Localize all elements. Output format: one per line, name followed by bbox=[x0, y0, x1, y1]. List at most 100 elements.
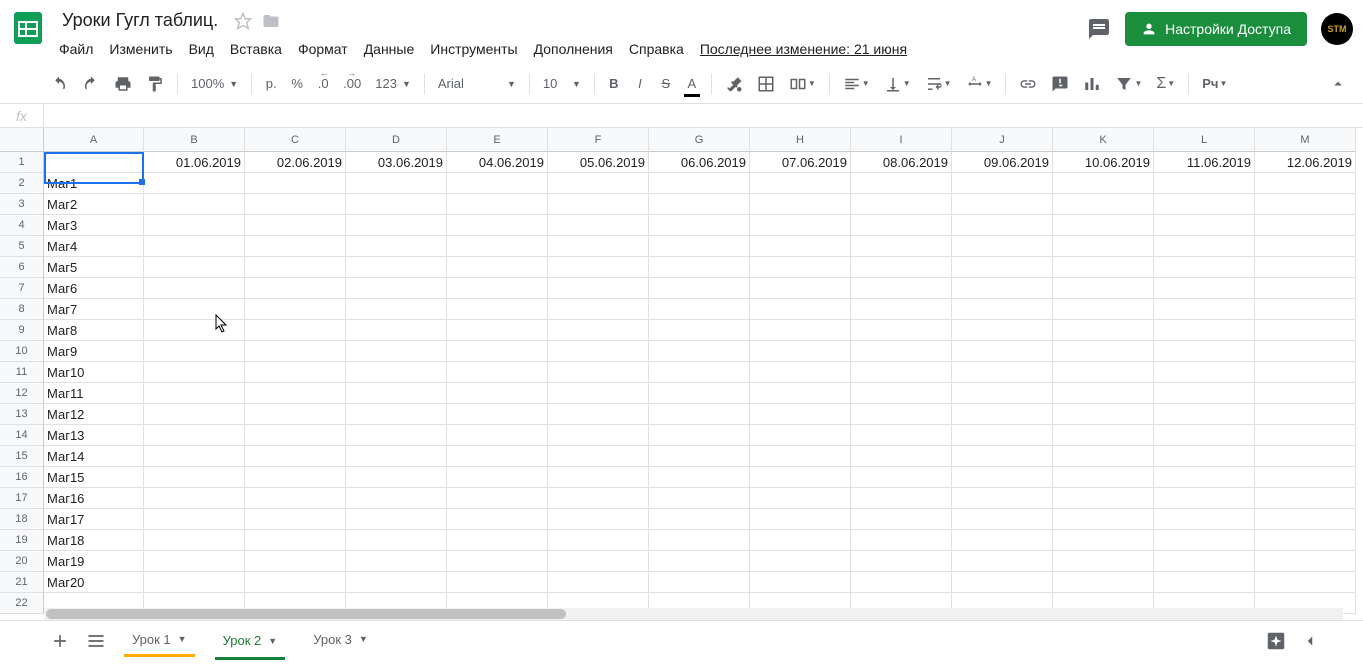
cell[interactable] bbox=[447, 320, 548, 341]
cell[interactable] bbox=[245, 446, 346, 467]
cell[interactable] bbox=[447, 257, 548, 278]
cell[interactable] bbox=[1255, 488, 1356, 509]
font-size-select[interactable]: 10▼ bbox=[537, 73, 587, 94]
cell[interactable] bbox=[952, 572, 1053, 593]
cell[interactable] bbox=[851, 341, 952, 362]
cell[interactable] bbox=[346, 215, 447, 236]
merge-cells-button[interactable]: ▼ bbox=[783, 71, 822, 97]
column-header[interactable]: D bbox=[346, 128, 447, 152]
cell[interactable] bbox=[952, 341, 1053, 362]
cell[interactable] bbox=[1053, 215, 1154, 236]
row-header[interactable]: 7 bbox=[0, 278, 44, 299]
cell[interactable] bbox=[851, 362, 952, 383]
cell[interactable] bbox=[750, 362, 851, 383]
cell[interactable] bbox=[447, 194, 548, 215]
cell[interactable] bbox=[447, 551, 548, 572]
cell[interactable] bbox=[649, 362, 750, 383]
menu-help[interactable]: Справка bbox=[622, 37, 691, 61]
cell[interactable] bbox=[1154, 509, 1255, 530]
formula-input[interactable] bbox=[44, 104, 1363, 127]
cell[interactable] bbox=[548, 509, 649, 530]
print-icon[interactable] bbox=[108, 71, 138, 97]
zoom-select[interactable]: 100%▼ bbox=[185, 73, 244, 94]
column-header[interactable]: L bbox=[1154, 128, 1255, 152]
text-color-button[interactable]: A bbox=[680, 71, 704, 97]
script-button[interactable]: Рч▼ bbox=[1196, 71, 1233, 97]
cell[interactable] bbox=[1154, 278, 1255, 299]
cell[interactable] bbox=[750, 425, 851, 446]
cell[interactable]: Маг15 bbox=[44, 467, 144, 488]
cell[interactable] bbox=[851, 383, 952, 404]
cell[interactable] bbox=[144, 446, 245, 467]
cell[interactable]: 07.06.2019 bbox=[750, 152, 851, 173]
cell[interactable] bbox=[952, 467, 1053, 488]
cell[interactable] bbox=[1154, 341, 1255, 362]
currency-button[interactable]: р. bbox=[259, 71, 283, 97]
collapse-toolbar-icon[interactable] bbox=[1323, 71, 1353, 97]
row-header[interactable]: 17 bbox=[0, 488, 44, 509]
cell[interactable] bbox=[1154, 173, 1255, 194]
add-sheet-button[interactable] bbox=[44, 625, 76, 657]
text-rotate-button[interactable]: A▼ bbox=[960, 71, 999, 97]
decrease-decimal-button[interactable]: ←.0 bbox=[311, 71, 335, 97]
row-header[interactable]: 5 bbox=[0, 236, 44, 257]
cell[interactable]: Маг8 bbox=[44, 320, 144, 341]
cell[interactable] bbox=[1154, 362, 1255, 383]
cell[interactable] bbox=[851, 278, 952, 299]
cell[interactable] bbox=[548, 173, 649, 194]
cell[interactable] bbox=[1154, 530, 1255, 551]
cell[interactable] bbox=[447, 215, 548, 236]
spreadsheet-grid[interactable]: ABCDEFGHIJKLM101.06.201902.06.201903.06.… bbox=[0, 128, 1363, 614]
cell[interactable]: Маг18 bbox=[44, 530, 144, 551]
menu-file[interactable]: Файл bbox=[52, 37, 100, 61]
cell[interactable] bbox=[1255, 404, 1356, 425]
cell[interactable] bbox=[346, 467, 447, 488]
paint-format-icon[interactable] bbox=[140, 71, 170, 97]
cell[interactable]: Маг6 bbox=[44, 278, 144, 299]
cell[interactable] bbox=[750, 404, 851, 425]
row-header[interactable]: 16 bbox=[0, 467, 44, 488]
folder-icon[interactable] bbox=[262, 12, 280, 30]
cell[interactable] bbox=[1053, 320, 1154, 341]
cell[interactable] bbox=[548, 320, 649, 341]
cell[interactable] bbox=[750, 215, 851, 236]
cell[interactable] bbox=[245, 383, 346, 404]
cell[interactable]: 02.06.2019 bbox=[245, 152, 346, 173]
comment-icon[interactable] bbox=[1045, 71, 1075, 97]
cell[interactable] bbox=[245, 467, 346, 488]
cell[interactable] bbox=[447, 446, 548, 467]
cell[interactable] bbox=[1255, 278, 1356, 299]
star-icon[interactable] bbox=[234, 12, 252, 30]
cell[interactable] bbox=[1255, 551, 1356, 572]
cell[interactable] bbox=[952, 383, 1053, 404]
cell[interactable] bbox=[447, 299, 548, 320]
cell[interactable] bbox=[649, 194, 750, 215]
cell[interactable]: Маг14 bbox=[44, 446, 144, 467]
fill-color-button[interactable] bbox=[719, 71, 749, 97]
cell[interactable] bbox=[346, 236, 447, 257]
cell[interactable] bbox=[1255, 341, 1356, 362]
cell[interactable] bbox=[851, 467, 952, 488]
cell[interactable] bbox=[346, 320, 447, 341]
cell[interactable] bbox=[952, 236, 1053, 257]
cell[interactable] bbox=[245, 530, 346, 551]
cell[interactable]: Маг2 bbox=[44, 194, 144, 215]
cell[interactable] bbox=[1154, 383, 1255, 404]
cell[interactable] bbox=[144, 320, 245, 341]
cell[interactable] bbox=[346, 362, 447, 383]
cell[interactable] bbox=[851, 299, 952, 320]
cell[interactable] bbox=[750, 194, 851, 215]
cell[interactable] bbox=[447, 383, 548, 404]
menu-insert[interactable]: Вставка bbox=[223, 37, 289, 61]
cell[interactable] bbox=[750, 551, 851, 572]
column-header[interactable]: E bbox=[447, 128, 548, 152]
cell[interactable] bbox=[447, 404, 548, 425]
increase-decimal-button[interactable]: →.00 bbox=[337, 71, 367, 97]
cell[interactable] bbox=[144, 236, 245, 257]
v-align-button[interactable]: ▼ bbox=[878, 71, 917, 97]
cell[interactable] bbox=[144, 509, 245, 530]
menu-view[interactable]: Вид bbox=[182, 37, 221, 61]
cell[interactable] bbox=[750, 383, 851, 404]
scrollbar-thumb[interactable] bbox=[46, 609, 566, 619]
cell[interactable] bbox=[144, 257, 245, 278]
